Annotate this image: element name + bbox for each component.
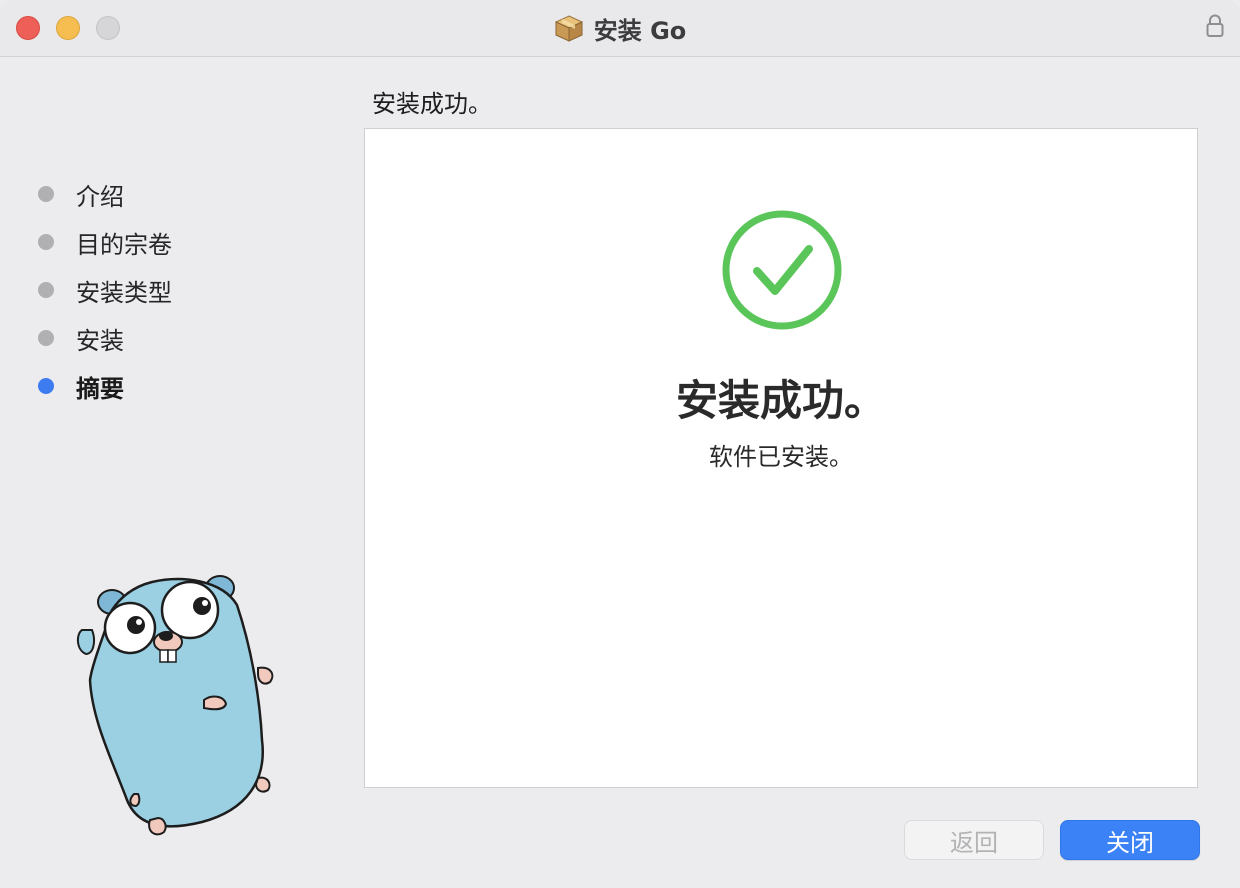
success-subtitle: 软件已安装。 <box>709 443 853 471</box>
step-label: 介绍 <box>76 182 124 211</box>
step-label: 安装类型 <box>76 278 172 307</box>
step-indicator-dot <box>38 282 54 298</box>
package-icon <box>554 15 583 42</box>
go-gopher-mascot <box>76 575 274 836</box>
close-button[interactable]: 关闭 <box>1060 820 1200 860</box>
lock-icon[interactable] <box>1206 14 1224 38</box>
install-status-header: 安装成功。 <box>372 90 492 118</box>
step-indicator-dot-active <box>38 378 54 394</box>
step-destination: 目的宗卷 <box>38 218 172 266</box>
step-indicator-dot <box>38 186 54 202</box>
installer-steps: 介绍 目的宗卷 安装类型 安装 摘要 <box>38 170 172 410</box>
step-label: 安装 <box>76 326 124 355</box>
step-installation: 安装 <box>38 314 172 362</box>
step-indicator-dot <box>38 330 54 346</box>
title-bar: 安装 Go <box>0 0 1240 57</box>
step-label-active: 摘要 <box>76 374 124 403</box>
step-introduction: 介绍 <box>38 170 172 218</box>
step-summary: 摘要 <box>38 362 172 410</box>
success-title: 安装成功。 <box>675 376 886 425</box>
step-indicator-dot <box>38 234 54 250</box>
step-label: 目的宗卷 <box>76 230 172 259</box>
back-button[interactable]: 返回 <box>904 820 1044 860</box>
installer-window: 安装 Go 介绍 目的宗卷 安装类型 安装 摘要 安装成功。 安装成功。 软件已… <box>0 0 1240 888</box>
window-title-group: 安装 Go <box>0 12 1240 45</box>
success-checkmark-icon <box>722 210 842 330</box>
step-installation-type: 安装类型 <box>38 266 172 314</box>
content-panel: 安装成功。 软件已安装。 <box>364 128 1198 788</box>
window-title: 安装 Go <box>593 16 687 45</box>
